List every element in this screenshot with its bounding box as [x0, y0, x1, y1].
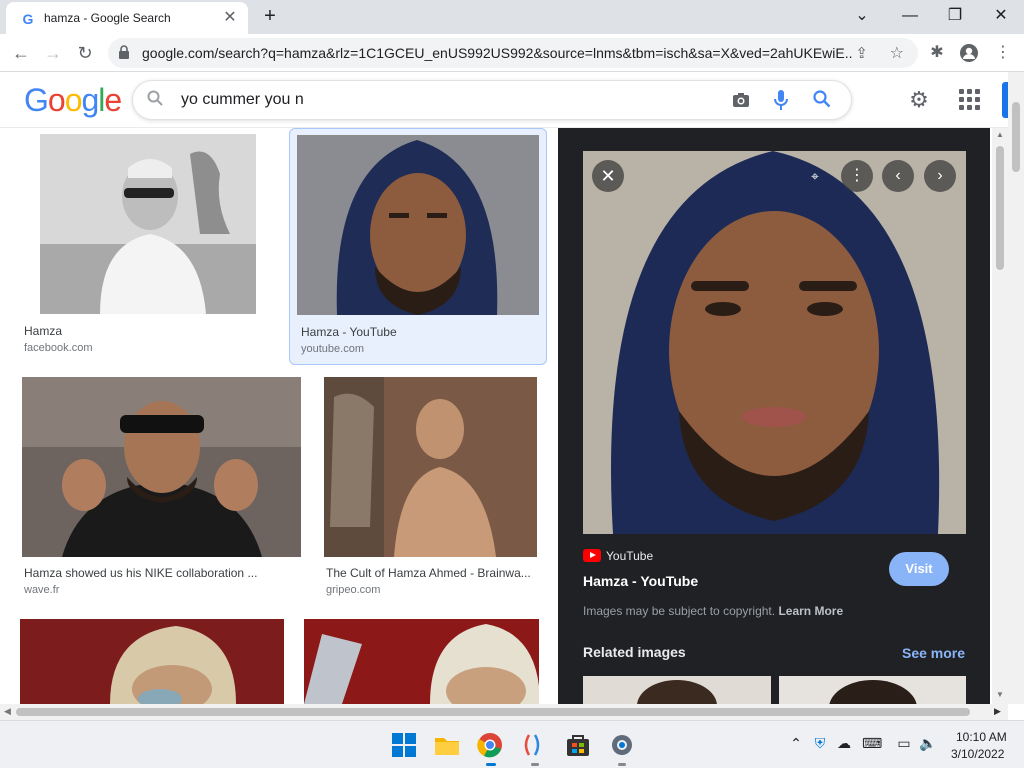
google-logo[interactable]: Google [24, 82, 122, 119]
copyright-notice: Images may be subject to copyright. Lear… [583, 604, 843, 618]
back-icon[interactable]: ← [8, 40, 34, 66]
image-result-card[interactable]: Hamza showed us his NIKE collaboration .… [22, 377, 302, 599]
image-result-card-selected[interactable]: Hamza - YouTube youtube.com [289, 128, 547, 365]
restore-button[interactable]: ❐ [941, 4, 969, 28]
chevron-right-icon[interactable]: › [924, 160, 956, 192]
preview-title[interactable]: Hamza - YouTube [583, 573, 698, 589]
result-source: facebook.com [24, 342, 93, 354]
browser-tab[interactable]: G hamza - Google Search ✕ [6, 2, 248, 34]
cloud-offline-icon[interactable]: ☁ [834, 735, 854, 752]
copyright-text: Images may be subject to copyright. [583, 604, 776, 618]
volume-icon[interactable]: 🔈 [918, 735, 938, 752]
settings-app-icon[interactable] [608, 731, 636, 759]
scrollbar-thumb[interactable] [996, 146, 1004, 270]
vscode-icon[interactable] [521, 731, 549, 759]
result-thumbnail[interactable] [297, 135, 539, 315]
more-icon[interactable]: ⋮ [841, 160, 873, 192]
profile-icon[interactable] [958, 42, 980, 64]
clock-time[interactable]: 10:10 AM [956, 730, 1007, 744]
image-result-card[interactable] [304, 619, 540, 704]
tab-strip: G hamza - Google Search ✕ + ⌄ — ❐ ✕ [0, 0, 1024, 34]
scroll-up-icon[interactable]: ▲ [996, 130, 1004, 139]
google-header: Google yo cummer you n ⚙ [0, 72, 1008, 128]
related-image-thumbnail[interactable] [779, 676, 966, 704]
store-icon[interactable] [564, 731, 592, 759]
horizontal-scrollbar[interactable]: ◀ ▶ [0, 704, 1008, 720]
search-icon [147, 90, 163, 111]
preview-scrollbar[interactable]: ▲ ▼ [992, 128, 1008, 704]
see-more-link[interactable]: See more [902, 645, 965, 661]
image-result-card[interactable]: Hamza facebook.com [20, 134, 276, 360]
related-image-thumbnail[interactable] [583, 676, 771, 704]
forward-icon[interactable]: → [40, 40, 66, 66]
keyboard-icon[interactable]: ⌨ [862, 735, 882, 752]
mic-icon[interactable] [771, 89, 791, 111]
chevron-left-icon[interactable]: ‹ [882, 160, 914, 192]
tab-title: hamza - Google Search [44, 11, 171, 25]
chevron-up-icon[interactable]: ⌃ [786, 735, 806, 752]
scroll-down-icon[interactable]: ▼ [996, 690, 1004, 699]
visit-button[interactable]: Visit [889, 552, 949, 586]
result-source: gripeo.com [326, 584, 381, 596]
chrome-active-indicator [486, 763, 496, 766]
image-result-card[interactable]: The Cult of Hamza Ahmed - Brainwa... gri… [324, 377, 548, 599]
clock-date[interactable]: 3/10/2022 [951, 747, 1004, 761]
app-running-indicator [618, 763, 626, 766]
search-box[interactable]: yo cummer you n [132, 80, 852, 120]
result-thumbnail[interactable] [324, 377, 537, 557]
new-tab-button[interactable]: + [258, 5, 282, 29]
youtube-icon [583, 549, 601, 562]
taskbar: ⌃ ⛨ ☁ ⌨ ▭ 🔈 10:10 AM 3/10/2022 [0, 720, 1024, 768]
browser-toolbar: ← → ↻ google.com/search?q=hamza&rlz=1C1G… [0, 34, 1024, 72]
result-source: youtube.com [301, 343, 364, 355]
image-results: Hamza facebook.com Hamza - YouTube youtu… [0, 128, 558, 704]
lock-icon [119, 45, 129, 59]
close-icon[interactable]: ✕ [592, 160, 624, 192]
menu-icon[interactable]: ⋮ [992, 42, 1014, 64]
extensions-icon[interactable]: ✱ [926, 42, 948, 64]
result-title[interactable]: Hamza showed us his NIKE collaboration .… [24, 566, 280, 580]
result-thumbnail[interactable] [22, 377, 301, 557]
apps-icon[interactable] [958, 88, 982, 112]
gear-icon[interactable]: ⚙ [906, 88, 932, 114]
scroll-right-icon[interactable]: ▶ [994, 706, 1001, 717]
result-thumbnail[interactable] [40, 134, 256, 314]
scroll-left-icon[interactable]: ◀ [4, 706, 11, 717]
preview-image[interactable]: ✕ ⌖ ⋮ ‹ › [583, 151, 966, 534]
result-source: wave.fr [24, 584, 60, 596]
camera-icon[interactable] [731, 90, 751, 110]
result-title[interactable]: The Cult of Hamza Ahmed - Brainwa... [326, 566, 536, 580]
learn-more-link[interactable]: Learn More [778, 604, 843, 618]
defender-icon[interactable]: ⛨ [810, 735, 830, 752]
image-result-card[interactable] [20, 619, 284, 704]
image-preview-panel: ✕ ⌖ ⋮ ‹ › YouTube Hamza - YouTube Visit … [558, 128, 990, 704]
address-bar[interactable]: google.com/search?q=hamza&rlz=1C1GCEU_en… [108, 38, 918, 68]
star-icon[interactable]: ☆ [890, 43, 904, 63]
search-input[interactable]: yo cummer you n [181, 91, 304, 109]
share-icon[interactable]: ⇪ [855, 44, 868, 62]
url-text[interactable]: google.com/search?q=hamza&rlz=1C1GCEU_en… [142, 45, 852, 61]
scrollbar-thumb[interactable] [16, 708, 970, 716]
window-close-button[interactable]: ✕ [987, 4, 1015, 28]
google-favicon-icon: G [22, 11, 34, 27]
app-running-indicator [531, 763, 539, 766]
minimize-button[interactable]: — [896, 4, 924, 28]
file-explorer-icon[interactable] [433, 731, 461, 759]
result-title[interactable]: Hamza - YouTube [301, 325, 537, 339]
reload-icon[interactable]: ↻ [72, 40, 98, 66]
lens-icon[interactable]: ⌖ [799, 160, 831, 192]
tab-search-chevron-icon[interactable]: ⌄ [848, 4, 876, 28]
page-scrollbar[interactable] [1008, 72, 1024, 704]
result-thumbnail[interactable] [304, 619, 539, 704]
result-title[interactable]: Hamza [24, 324, 264, 338]
windows-start-icon[interactable] [390, 731, 418, 759]
related-images-heading: Related images [583, 644, 686, 660]
result-thumbnail[interactable] [20, 619, 284, 704]
chrome-icon[interactable] [476, 731, 504, 759]
tab-close-icon[interactable]: ✕ [220, 8, 240, 28]
network-icon[interactable]: ▭ [894, 735, 914, 752]
search-submit-icon[interactable] [813, 90, 831, 113]
preview-source[interactable]: YouTube [606, 549, 653, 563]
scrollbar-thumb[interactable] [1012, 102, 1020, 172]
